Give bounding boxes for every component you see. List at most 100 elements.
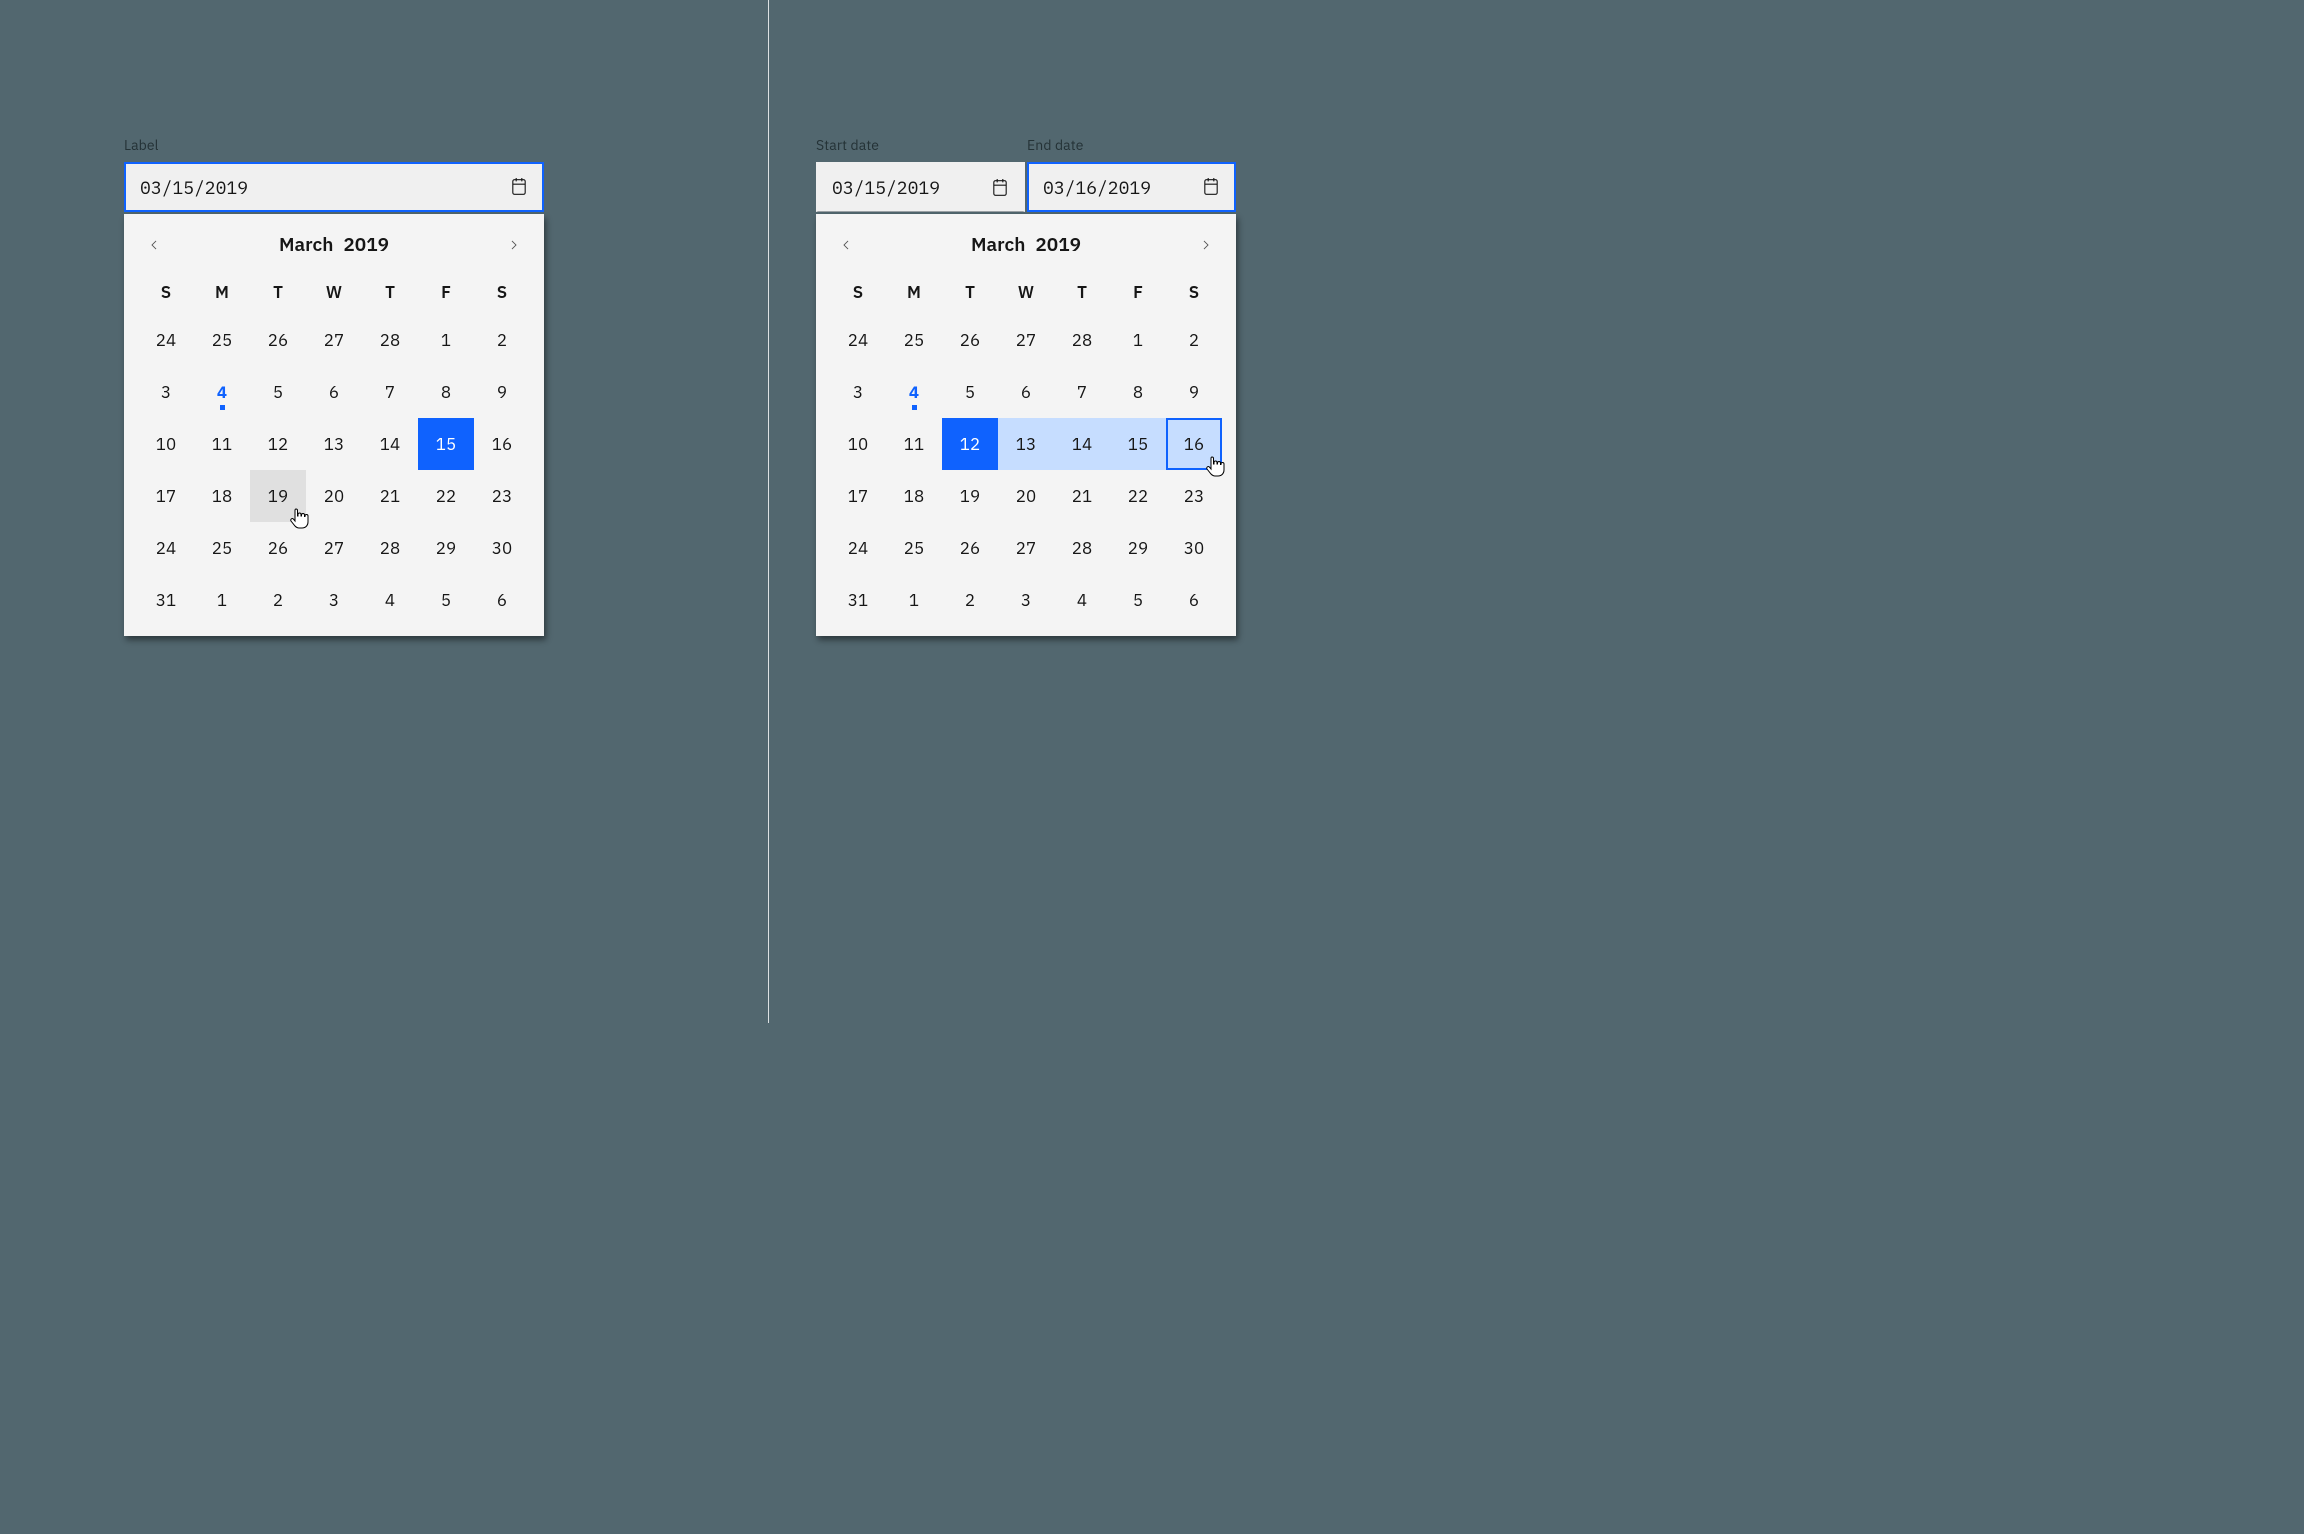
calendar-day[interactable]: 13	[306, 418, 362, 470]
calendar-day[interactable]: 27	[998, 522, 1054, 574]
calendar-day[interactable]: 11	[194, 418, 250, 470]
calendar-day[interactable]: 18	[194, 470, 250, 522]
calendar-day[interactable]: 4	[362, 574, 418, 626]
calendar-day[interactable]: 2	[474, 314, 530, 366]
calendar-day[interactable]: 25	[886, 522, 942, 574]
calendar-day[interactable]: 2	[1166, 314, 1222, 366]
calendar-day[interactable]: 28	[362, 314, 418, 366]
calendar-icon[interactable]	[991, 179, 1009, 197]
calendar-day[interactable]: 2	[250, 574, 306, 626]
calendar-days: 2425262728123456789101112131415161718192…	[830, 314, 1222, 626]
calendar-day[interactable]: 28	[362, 522, 418, 574]
calendar-day[interactable]: 5	[1110, 574, 1166, 626]
calendar-day[interactable]: 29	[418, 522, 474, 574]
calendar-day[interactable]: 25	[194, 314, 250, 366]
calendar-day[interactable]: 21	[362, 470, 418, 522]
end-date-input[interactable]: 03/16/2019	[1027, 162, 1236, 212]
calendar-day[interactable]: 28	[1054, 522, 1110, 574]
calendar-day[interactable]: 25	[886, 314, 942, 366]
calendar-day[interactable]: 26	[250, 522, 306, 574]
calendar-day[interactable]: 6	[474, 574, 530, 626]
calendar-day[interactable]: 19	[942, 470, 998, 522]
calendar-day[interactable]: 10	[138, 418, 194, 470]
calendar-day[interactable]: 22	[418, 470, 474, 522]
calendar-day[interactable]: 3	[998, 574, 1054, 626]
calendar-day[interactable]: 1	[418, 314, 474, 366]
calendar-day[interactable]: 5	[418, 574, 474, 626]
calendar-day[interactable]: 20	[998, 470, 1054, 522]
calendar-day[interactable]: 3	[830, 366, 886, 418]
calendar-day[interactable]: 12	[942, 418, 998, 470]
calendar-day[interactable]: 25	[194, 522, 250, 574]
date-input[interactable]: 03/15/2019	[124, 162, 544, 212]
calendar-day[interactable]: 9	[1166, 366, 1222, 418]
weekday-row: SMTWTFS	[830, 270, 1222, 314]
calendar-day[interactable]: 24	[138, 522, 194, 574]
calendar-day[interactable]: 1	[1110, 314, 1166, 366]
calendar-day[interactable]: 18	[886, 470, 942, 522]
calendar-day[interactable]: 17	[830, 470, 886, 522]
calendar-day[interactable]: 26	[942, 522, 998, 574]
next-month-button[interactable]	[1190, 229, 1222, 261]
calendar-day[interactable]: 1	[194, 574, 250, 626]
calendar-day[interactable]: 29	[1110, 522, 1166, 574]
calendar-day[interactable]: 20	[306, 470, 362, 522]
calendar-day[interactable]: 9	[474, 366, 530, 418]
calendar-day[interactable]: 15	[1110, 418, 1166, 470]
calendar-day[interactable]: 26	[942, 314, 998, 366]
calendar-day[interactable]: 30	[1166, 522, 1222, 574]
calendar-day[interactable]: 23	[1166, 470, 1222, 522]
calendar-day[interactable]: 16	[474, 418, 530, 470]
calendar-day[interactable]: 31	[830, 574, 886, 626]
calendar-day[interactable]: 27	[306, 522, 362, 574]
start-date-input[interactable]: 03/15/2019	[816, 162, 1025, 212]
calendar-day[interactable]: 14	[362, 418, 418, 470]
prev-month-button[interactable]	[830, 229, 862, 261]
calendar-day[interactable]: 24	[830, 314, 886, 366]
calendar-day[interactable]: 30	[474, 522, 530, 574]
calendar-day[interactable]: 7	[362, 366, 418, 418]
calendar-day[interactable]: 4	[886, 366, 942, 418]
calendar-day[interactable]: 21	[1054, 470, 1110, 522]
calendar-day[interactable]: 27	[998, 314, 1054, 366]
calendar-day[interactable]: 5	[250, 366, 306, 418]
calendar-day[interactable]: 2	[942, 574, 998, 626]
calendar-day[interactable]: 22	[1110, 470, 1166, 522]
calendar-day[interactable]: 6	[998, 366, 1054, 418]
calendar-icon[interactable]	[1202, 178, 1220, 196]
calendar-day[interactable]: 27	[306, 314, 362, 366]
calendar-day[interactable]: 6	[306, 366, 362, 418]
prev-month-button[interactable]	[138, 229, 170, 261]
calendar-day[interactable]: 4	[1054, 574, 1110, 626]
calendar-day[interactable]: 11	[886, 418, 942, 470]
calendar-day[interactable]: 15	[418, 418, 474, 470]
weekday-header: W	[998, 270, 1054, 314]
calendar-day[interactable]: 8	[418, 366, 474, 418]
calendar-day[interactable]: 10	[830, 418, 886, 470]
calendar-day[interactable]: 8	[1110, 366, 1166, 418]
calendar-day[interactable]: 26	[250, 314, 306, 366]
calendar-day[interactable]: 7	[1054, 366, 1110, 418]
calendar-day[interactable]: 3	[138, 366, 194, 418]
calendar-header: March 2019	[830, 220, 1222, 270]
calendar-day[interactable]: 31	[138, 574, 194, 626]
calendar-icon[interactable]	[510, 178, 528, 196]
calendar-day[interactable]: 24	[138, 314, 194, 366]
calendar-day[interactable]: 13	[998, 418, 1054, 470]
range-date-picker: Start date 03/15/2019 End date 03/16/201…	[816, 136, 1236, 636]
calendar-day[interactable]: 19	[250, 470, 306, 522]
calendar-day[interactable]: 6	[1166, 574, 1222, 626]
calendar-day[interactable]: 23	[474, 470, 530, 522]
calendar-day[interactable]: 1	[886, 574, 942, 626]
calendar-day[interactable]: 17	[138, 470, 194, 522]
weekday-header: M	[194, 270, 250, 314]
calendar-day[interactable]: 24	[830, 522, 886, 574]
next-month-button[interactable]	[498, 229, 530, 261]
calendar-day[interactable]: 14	[1054, 418, 1110, 470]
calendar-day[interactable]: 3	[306, 574, 362, 626]
calendar-day[interactable]: 16	[1166, 418, 1222, 470]
calendar-day[interactable]: 28	[1054, 314, 1110, 366]
calendar-day[interactable]: 5	[942, 366, 998, 418]
calendar-day[interactable]: 12	[250, 418, 306, 470]
calendar-day[interactable]: 4	[194, 366, 250, 418]
